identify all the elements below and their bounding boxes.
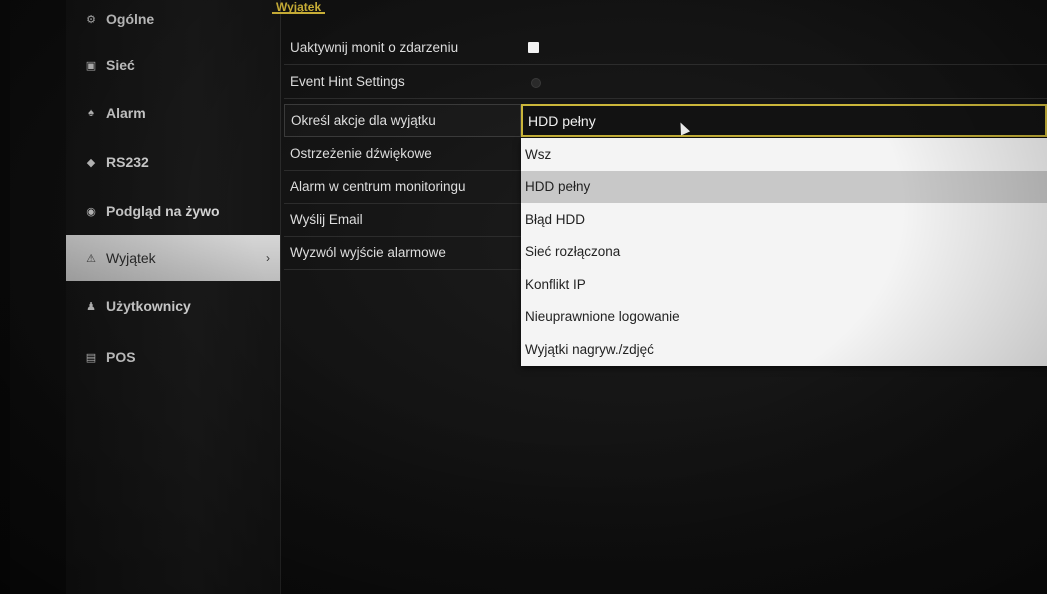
dropdown-option-hdd-error[interactable]: Błąd HDD	[521, 203, 1047, 236]
sidebar-item-general[interactable]: ⚙ Ogólne	[66, 0, 280, 38]
setting-label: Uaktywnij monit o zdarzeniu	[290, 40, 459, 55]
eye-icon: ◉	[86, 205, 96, 218]
dropdown-option-network-disconnected[interactable]: Sieć rozłączona	[521, 236, 1047, 269]
setting-label: Określ akcje dla wyjątku	[291, 113, 436, 128]
exception-type-value: HDD pełny	[528, 112, 596, 129]
dropdown-option-all[interactable]: Wsz	[521, 138, 1047, 171]
sidebar-item-live-view[interactable]: ◉ Podgląd na żywo	[66, 188, 280, 234]
gear-icon: ⚙	[86, 13, 96, 26]
exception-type-select[interactable]: HDD pełny	[521, 104, 1047, 137]
serial-icon: ◆	[86, 156, 96, 169]
tab-exception[interactable]: Wyjątek	[272, 0, 326, 14]
alarm-icon: ♠	[88, 107, 94, 119]
enable-event-hint-checkbox[interactable]	[528, 42, 539, 53]
event-hint-settings-button[interactable]	[531, 78, 541, 88]
setting-row-trigger-alarm-output: Wyzwól wyjście alarmowe	[284, 237, 521, 270]
exception-type-dropdown: Wsz HDD pełny Błąd HDD Sieć rozłączona K…	[521, 138, 1047, 366]
setting-label: Ostrzeżenie dźwiękowe	[290, 146, 432, 161]
pos-icon: ▤	[85, 351, 97, 364]
sidebar-item-alarm[interactable]: ♠ Alarm	[66, 90, 280, 136]
sidebar-item-label: Wyjątek	[106, 250, 156, 266]
sidebar-item-network[interactable]: ▣ Sieć	[66, 42, 280, 88]
sidebar-item-users[interactable]: ♟ Użytkownicy	[66, 283, 280, 329]
sidebar-item-rs232[interactable]: ◆ RS232	[66, 139, 280, 185]
sidebar-item-label: Sieć	[106, 57, 135, 73]
sidebar-item-exception[interactable]: ⚠ Wyjątek ›	[66, 235, 280, 281]
setting-label: Alarm w centrum monitoringu	[290, 179, 466, 194]
sidebar-item-label: Alarm	[106, 105, 146, 121]
sidebar-item-label: Użytkownicy	[106, 298, 191, 314]
setting-row-send-email: Wyślij Email	[284, 204, 521, 237]
config-sidebar: ⚙ Ogólne ▣ Sieć ♠ Alarm ◆ RS232 ◉ Podglą…	[66, 0, 281, 594]
sidebar-item-label: POS	[106, 349, 136, 365]
users-icon: ♟	[86, 300, 96, 313]
chevron-right-icon: ›	[266, 251, 270, 265]
sidebar-item-pos[interactable]: ▤ POS	[66, 334, 280, 380]
dropdown-option-illegal-login[interactable]: Nieuprawnione logowanie	[521, 301, 1047, 334]
setting-row-audible-warning: Ostrzeżenie dźwiękowe	[284, 138, 521, 171]
dropdown-option-hdd-full[interactable]: HDD pełny	[521, 170, 1047, 203]
setting-label: Event Hint Settings	[290, 74, 405, 89]
dropdown-option-record-capture-exception[interactable]: Wyjątki nagryw./zdjęć	[521, 333, 1047, 366]
dropdown-option-ip-conflict[interactable]: Konflikt IP	[521, 268, 1047, 301]
setting-row-event-hint-settings: Event Hint Settings	[284, 66, 1047, 99]
sidebar-item-label: Podgląd na żywo	[106, 203, 220, 219]
sidebar-item-label: RS232	[106, 154, 149, 170]
setting-row-exception-type: Określ akcje dla wyjątku	[284, 104, 521, 137]
warning-icon: ⚠	[86, 252, 96, 265]
setting-label: Wyślij Email	[290, 212, 363, 227]
setting-row-notify-surveillance-center: Alarm w centrum monitoringu	[284, 171, 521, 204]
sidebar-item-label: Ogólne	[106, 11, 155, 27]
setting-row-enable-event-hint: Uaktywnij monit o zdarzeniu	[284, 32, 1047, 65]
setting-label: Wyzwól wyjście alarmowe	[290, 245, 446, 260]
network-icon: ▣	[85, 59, 97, 72]
